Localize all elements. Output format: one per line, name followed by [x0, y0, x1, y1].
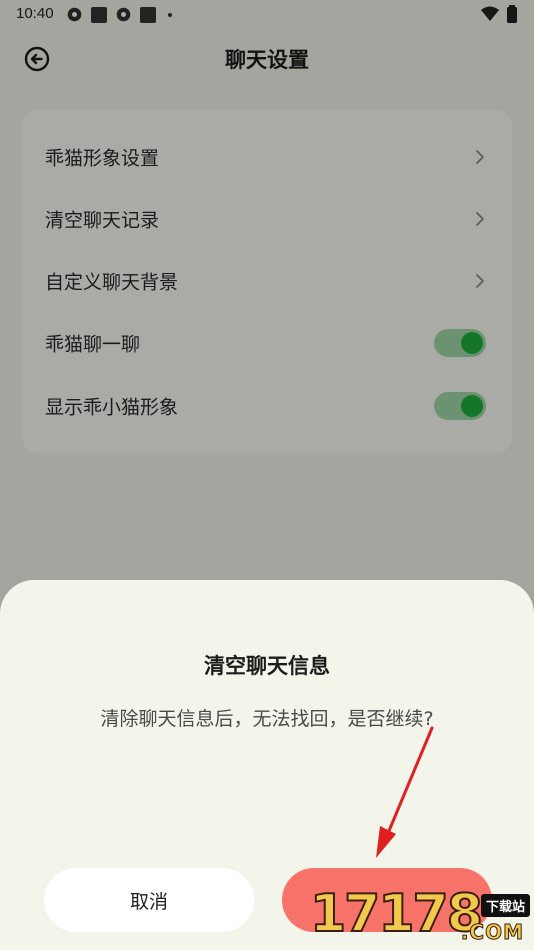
screen: 10:40 聊天设置 乖猫形象设置 清空聊天记录 自定义聊天背景 乖猫聊一聊 显…	[0, 0, 534, 950]
cancel-button[interactable]: 取消	[44, 868, 254, 932]
site-watermark-logo: 17178 下载站 .COM	[306, 880, 534, 950]
dialog-title: 清空聊天信息	[204, 654, 330, 678]
watermark-tag: 下载站	[480, 894, 530, 917]
watermark-number: 17178	[309, 883, 484, 945]
dialog-message: 清除聊天信息后，无法找回，是否继续?	[100, 708, 434, 730]
watermark-suffix: .COM	[460, 920, 524, 945]
